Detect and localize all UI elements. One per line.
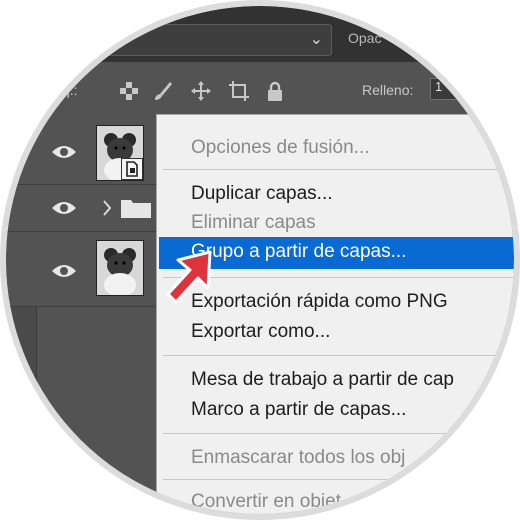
eye-icon[interactable] [50, 199, 78, 217]
menu-item-artboard-from-layers[interactable]: Mesa de trabajo a partir de cap [191, 369, 454, 391]
menu-separator [163, 433, 514, 434]
menu-item-delete-layers[interactable]: Eliminar capas [191, 212, 316, 234]
fill-label: Relleno: [362, 82, 414, 98]
menu-item-convert-to-object[interactable]: Convertir en objet [191, 491, 341, 513]
lock-label: q.: [62, 82, 78, 98]
chevron-down-icon: ⌄ [309, 31, 323, 48]
checker-lock-icon[interactable] [118, 80, 140, 102]
layer-thumbnail [96, 125, 144, 181]
eye-icon[interactable] [50, 143, 78, 161]
teddy-bear-image [97, 241, 143, 295]
menu-item-mask-all-objects[interactable]: Enmascarar todos los obj [191, 447, 405, 469]
menu-separator [163, 479, 514, 480]
zoom-circle: ⌄ Opac q.: Relleno: 1 Opciones de fusión… [6, 6, 514, 514]
menu-item-export-as[interactable]: Exportar como... [191, 321, 330, 343]
layer-thumbnail [96, 240, 144, 296]
folder-icon [121, 200, 151, 218]
padlock-icon[interactable] [264, 80, 286, 102]
menu-separator [163, 355, 514, 356]
menu-item-duplicate-layers[interactable]: Duplicar capas... [191, 183, 333, 205]
menu-item-frame-from-layers[interactable]: Marco a partir de capas... [191, 399, 406, 421]
red-arrow-icon [166, 250, 212, 304]
opacity-label: Opac [348, 30, 382, 46]
fill-input[interactable]: 1 [430, 78, 470, 100]
chevron-right-icon[interactable] [102, 199, 112, 217]
menu-item-blending-options[interactable]: Opciones de fusión... [191, 137, 370, 159]
eye-icon[interactable] [50, 262, 78, 280]
smart-object-icon [121, 158, 143, 180]
options-bar: ⌄ Opac [6, 6, 514, 62]
move-lock-icon[interactable] [190, 80, 212, 102]
lock-bar: q.: Relleno: 1 [6, 62, 514, 121]
menu-separator [163, 169, 514, 170]
blend-mode-select[interactable]: ⌄ [30, 24, 332, 56]
artboard-lock-icon[interactable] [228, 80, 250, 102]
brush-lock-icon[interactable] [152, 80, 174, 102]
